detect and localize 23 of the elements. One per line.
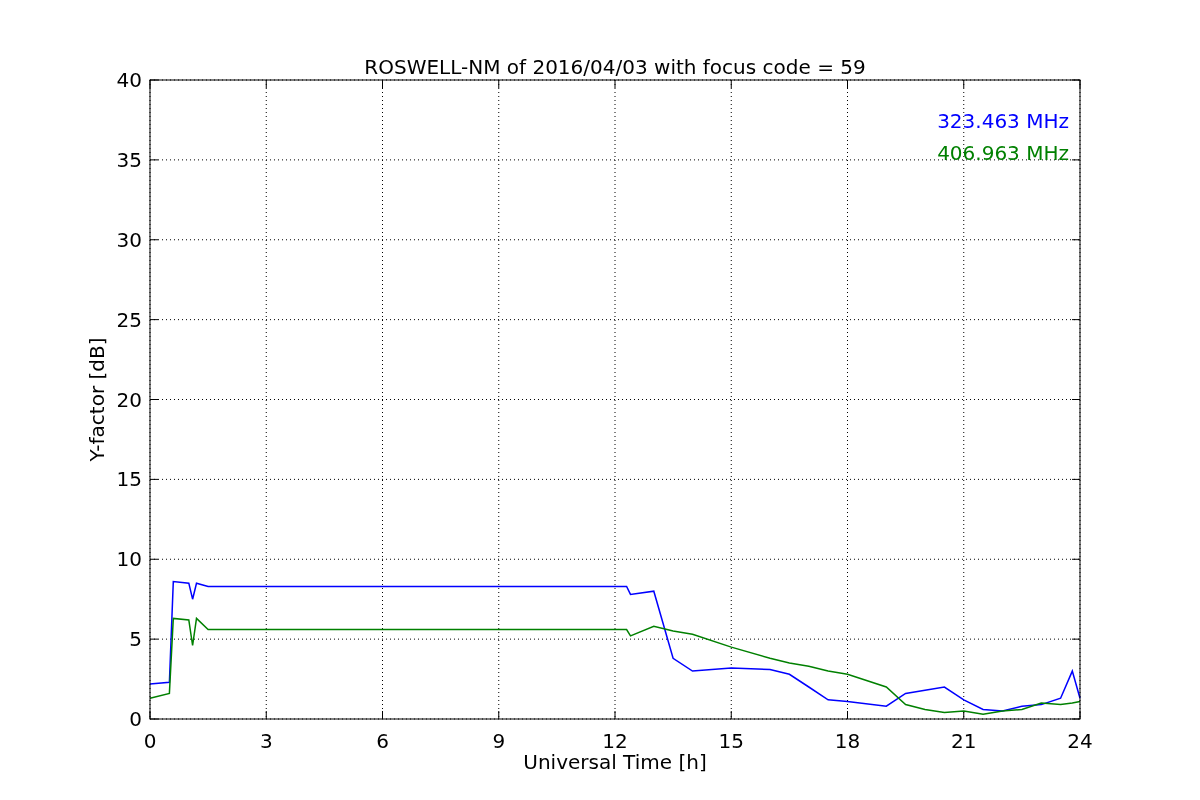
legend-label: 406.963 MHz xyxy=(937,141,1069,165)
y-tick-label: 5 xyxy=(129,627,142,652)
y-tick-label: 30 xyxy=(116,227,142,252)
x-tick-label: 15 xyxy=(718,729,744,753)
x-axis-label: Universal Time [h] xyxy=(523,750,707,774)
x-tick-label: 9 xyxy=(492,729,506,753)
y-tick-label: 35 xyxy=(116,147,142,172)
y-axis-label: Y-factor [dB] xyxy=(85,337,109,462)
x-tick-label: 18 xyxy=(834,729,861,753)
x-tick-label: 6 xyxy=(376,729,389,753)
y-tick-label: 40 xyxy=(116,68,142,92)
y-tick-label: 15 xyxy=(116,467,142,492)
y-tick-label: 10 xyxy=(116,547,142,572)
chart-title: ROSWELL-NM of 2016/04/03 with focus code = 59 xyxy=(364,55,866,79)
y-tick-label: 0 xyxy=(129,707,142,731)
y-tick-label: 25 xyxy=(116,307,142,332)
x-tick-label: 24 xyxy=(1067,729,1093,753)
x-tick-label: 0 xyxy=(143,729,157,753)
x-tick-label: 12 xyxy=(602,729,628,753)
y-tick-label: 20 xyxy=(116,387,142,412)
x-tick-label: 3 xyxy=(259,729,273,753)
legend-label: 323.463 MHz xyxy=(937,109,1069,133)
x-tick-label: 21 xyxy=(951,729,977,753)
